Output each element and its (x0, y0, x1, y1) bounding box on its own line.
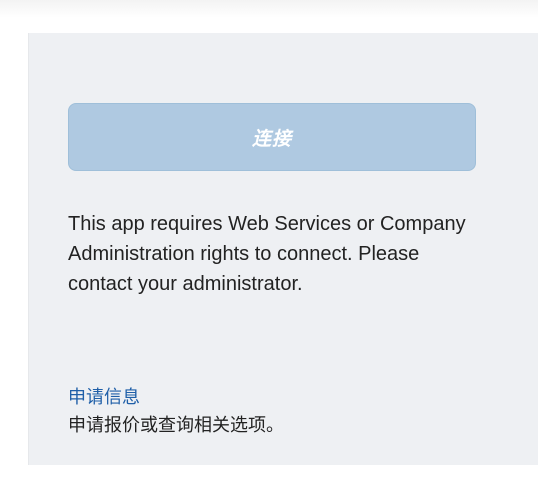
connect-panel: 连接 This app requires Web Services or Com… (28, 33, 538, 465)
request-info-description: 申请报价或查询相关选项。 (68, 415, 284, 436)
request-info-link[interactable]: 申请信息 (68, 384, 488, 412)
request-info-block: 申请信息 申请报价或查询相关选项。 (68, 384, 488, 440)
top-shadow (0, 0, 538, 18)
connect-button[interactable]: 连接 (68, 103, 476, 171)
permission-message: This app requires Web Services or Compan… (68, 213, 466, 295)
